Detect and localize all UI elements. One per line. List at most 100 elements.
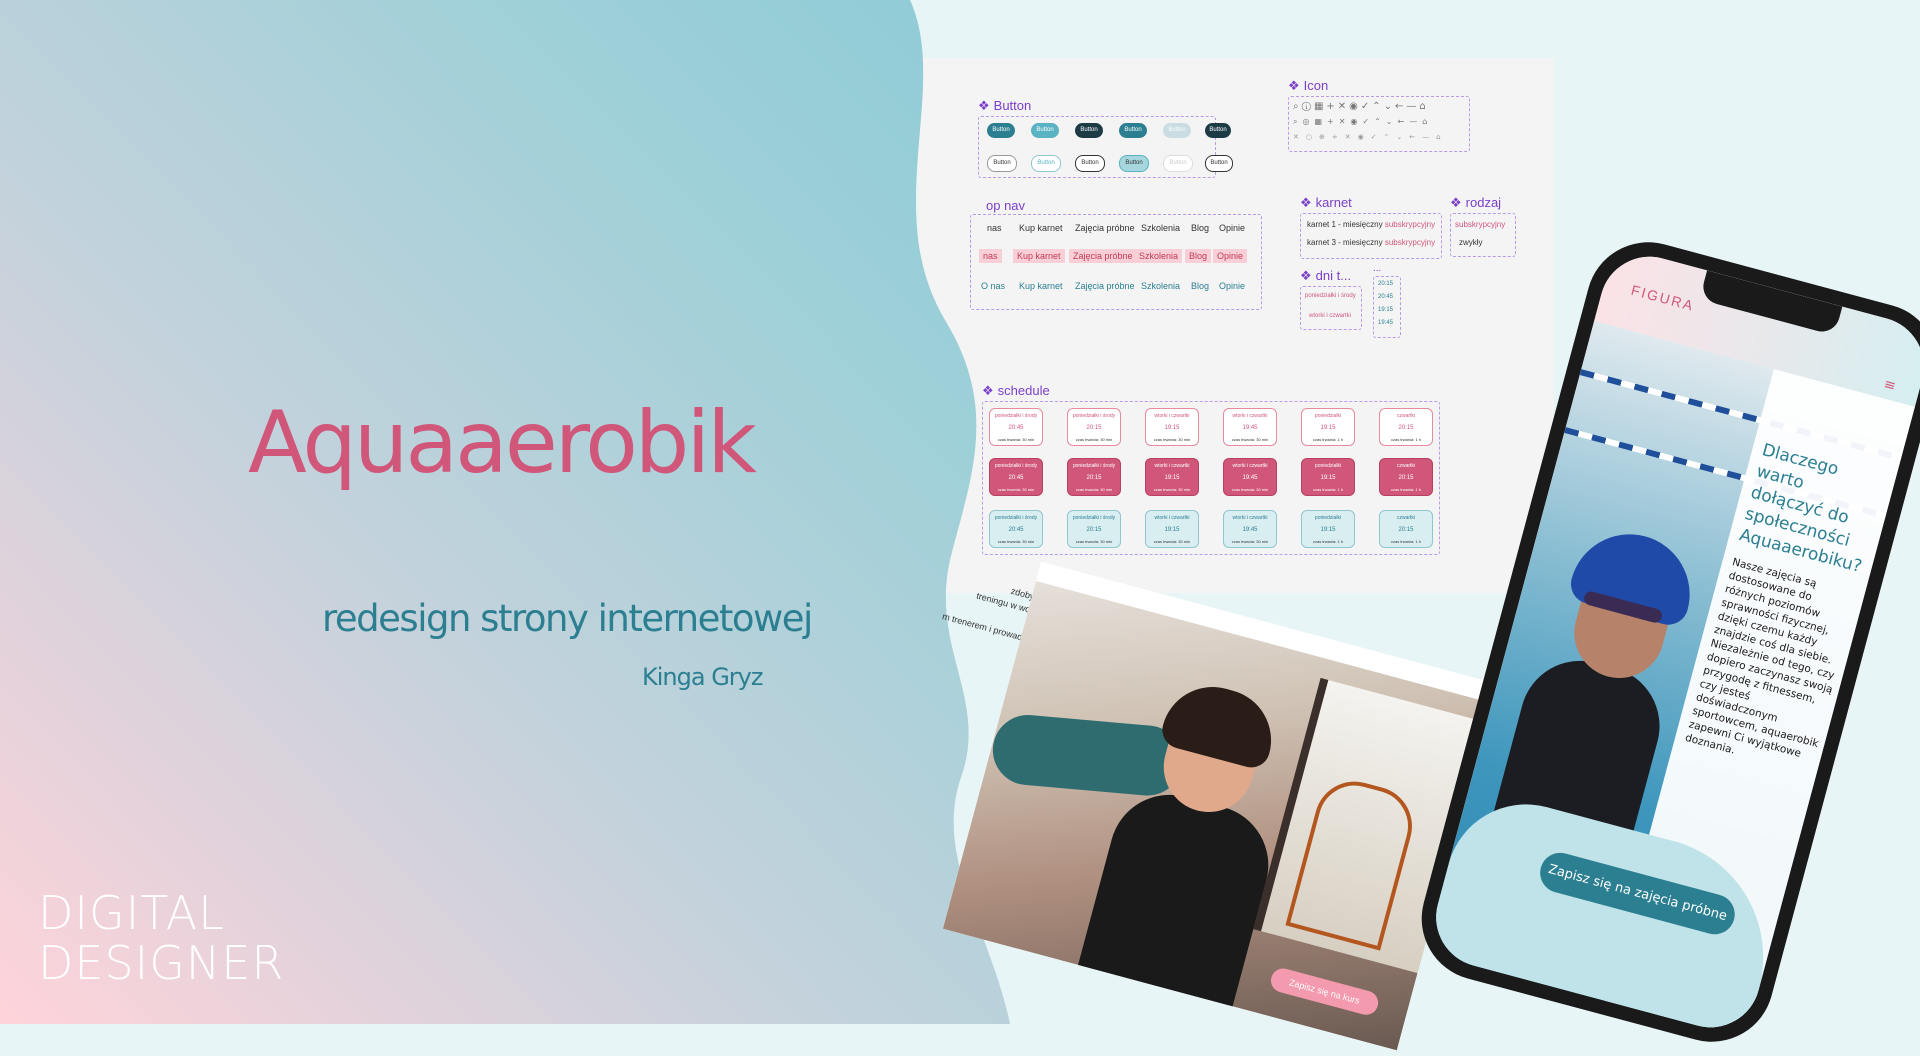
schedule-card-active[interactable]: poniedziałki i środy 20:45 czas trwania: 3… <box>989 458 1043 496</box>
schedule-time: 19:15 <box>1320 527 1336 533</box>
button-sample[interactable]: Button <box>1119 123 1147 138</box>
nav-item[interactable]: Kup karnet <box>1015 221 1067 235</box>
nav-item-hover[interactable]: Opinie <box>1215 279 1249 293</box>
nav-item[interactable]: Zajęcia próbne <box>1071 221 1139 235</box>
nav-item-active[interactable]: nas <box>979 249 1002 263</box>
time-option[interactable]: 20:15 <box>1378 281 1393 287</box>
schedule-day: poniedziałki <box>1314 463 1342 469</box>
schedule-length: czas trwania: 30 min <box>1075 487 1113 492</box>
time-option[interactable]: 20:45 <box>1378 294 1393 300</box>
nav-item-hover[interactable]: Zajęcia próbne <box>1071 279 1139 293</box>
button-sample[interactable]: Button <box>1163 155 1193 172</box>
button-sample[interactable]: Button <box>987 155 1017 172</box>
button-sample[interactable]: Button <box>1205 155 1233 172</box>
schedule-time: 19:45 <box>1242 475 1258 481</box>
nav-item-active[interactable]: Opinie <box>1213 249 1248 263</box>
schedule-day: poniedziałki i środy <box>1072 515 1116 521</box>
nav-item[interactable]: Szkolenia <box>1137 221 1184 235</box>
schedule-time: 20:15 <box>1086 475 1102 481</box>
karnet-option-prefix: karnet 3 - miesięczny <box>1307 238 1383 247</box>
schedule-card-active[interactable]: poniedziałki 19:15 czas trwania: 1 h <box>1301 458 1355 496</box>
schedule-day: poniedziałki <box>1314 515 1342 521</box>
digital-designer-logo-overlay: DIGITAL DESIGNER <box>38 888 298 988</box>
schedule-length: czas trwania: 1 h <box>1312 487 1343 492</box>
nav-item-hover[interactable]: O nas <box>977 279 1009 293</box>
time-option[interactable]: 19:15 <box>1378 307 1393 313</box>
nav-item-active[interactable]: Kup karnet <box>1013 249 1065 263</box>
nav-item-hover[interactable]: Blog <box>1187 279 1213 293</box>
nav-item[interactable]: Blog <box>1187 221 1213 235</box>
button-sample[interactable]: Button <box>1031 155 1061 172</box>
button-sample[interactable]: Button <box>1119 155 1149 172</box>
schedule-time: 19:45 <box>1242 425 1258 431</box>
nav-item-active[interactable]: Blog <box>1185 249 1212 263</box>
logo-line-2: DESIGNER <box>38 936 285 990</box>
schedule-day: wtorki i czwartki <box>1154 463 1190 469</box>
dni-option[interactable]: poniedziałki i środy <box>1305 293 1356 299</box>
design-system-board: ❖ Button Button Button Button Button Butt… <box>918 58 1554 593</box>
karnet-option[interactable]: karnet 1 - miesięczny subskrypcyjny <box>1307 220 1435 229</box>
schedule-card[interactable]: czwartki 20:15 czas trwania: 1 h <box>1379 408 1433 446</box>
schedule-length: czas trwania: 1 h <box>1390 487 1421 492</box>
button-sample[interactable]: Button <box>1075 155 1105 172</box>
button-sample[interactable]: Button <box>1075 123 1103 138</box>
button-sample[interactable]: Button <box>1031 123 1059 138</box>
button-sample[interactable]: Button <box>1205 123 1231 138</box>
nav-item-hover[interactable]: Kup karnet <box>1015 279 1067 293</box>
schedule-day: wtorki i czwartki <box>1154 413 1190 419</box>
schedule-time: 19:15 <box>1164 527 1180 533</box>
schedule-length: czas trwania: 30 min <box>1153 437 1191 442</box>
schedule-card[interactable]: poniedziałki 19:15 czas trwania: 1 h <box>1301 408 1355 446</box>
schedule-card-hover[interactable]: wtorki i czwartki 19:15 czas trwania: 30 m… <box>1145 510 1199 548</box>
nav-item-active[interactable]: Zajęcia próbne <box>1069 249 1137 263</box>
nav-item-active[interactable]: Szkolenia <box>1135 249 1183 263</box>
schedule-card-hover[interactable]: wtorki i czwartki 19:45 czas trwania: 30 m… <box>1223 510 1277 548</box>
icon-row-icon: ⌕◎▦+✕◉✓⌃⌄←—⌂ <box>1293 117 1433 126</box>
button-sample[interactable]: Button <box>1163 123 1191 138</box>
schedule-card-active[interactable]: czwartki 20:15 czas trwania: 1 h <box>1379 458 1433 496</box>
schedule-time: 19:15 <box>1164 425 1180 431</box>
component-icon: ❖ <box>1450 195 1462 210</box>
logo-line-1: DIGITAL <box>38 886 225 940</box>
schedule-day: poniedziałki i środy <box>994 463 1038 469</box>
schedule-card-hover[interactable]: czwartki 20:15 czas trwania: 1 h <box>1379 510 1433 548</box>
dni-component-label: ❖ dni t... <box>1300 268 1351 284</box>
schedule-card[interactable]: poniedziałki i środy 20:45 czas trwania: 3… <box>989 408 1043 446</box>
time-option[interactable]: 19:45 <box>1378 320 1393 326</box>
schedule-length: czas trwania: 30 min <box>1153 487 1191 492</box>
schedule-time: 20:15 <box>1086 425 1102 431</box>
nav-item-hover[interactable]: Szkolenia <box>1137 279 1184 293</box>
component-icon: ❖ <box>978 98 990 113</box>
schedule-time: 19:45 <box>1242 527 1258 533</box>
karnet-option[interactable]: karnet 3 - miesięczny subskrypcyjny <box>1307 238 1435 247</box>
schedule-card[interactable]: wtorki i czwartki 19:45 czas trwania: 30 m… <box>1223 408 1277 446</box>
button-component-box: Button Button Button Button Button Butto… <box>978 116 1233 178</box>
schedule-card[interactable]: poniedziałki i środy 20:15 czas trwania: 3… <box>1067 408 1121 446</box>
karnet-component-box: karnet 1 - miesięczny subskrypcyjny karn… <box>1300 213 1442 259</box>
dni-option[interactable]: wtorki i czwartki <box>1309 313 1351 319</box>
schedule-length: czas trwania: 30 min <box>1231 539 1269 544</box>
schedule-day: wtorki i czwartki <box>1232 413 1268 419</box>
nav-item[interactable]: nas <box>983 221 1006 235</box>
schedule-card-hover[interactable]: poniedziałki i środy 20:15 czas trwania: 3… <box>1067 510 1121 548</box>
schedule-card-active[interactable]: poniedziałki i środy 20:15 czas trwania: 3… <box>1067 458 1121 496</box>
schedule-length: czas trwania: 30 min <box>1075 539 1113 544</box>
icon-row-icon: ✕○⊕+✕◉✓⌃⌄←—⌂ <box>1293 133 1448 141</box>
hero-subtitle-overlay: redesign strony internetowej <box>322 597 813 640</box>
schedule-card[interactable]: wtorki i czwartki 19:15 czas trwania: 30 m… <box>1145 408 1199 446</box>
nav-item[interactable]: Opinie <box>1215 221 1249 235</box>
schedule-day: czwartki <box>1396 463 1416 469</box>
rodzaj-label-text: rodzaj <box>1465 195 1502 210</box>
schedule-card-hover[interactable]: poniedziałki 19:15 czas trwania: 1 h <box>1301 510 1355 548</box>
schedule-day: czwartki <box>1396 413 1416 419</box>
schedule-length: czas trwania: 1 h <box>1312 539 1343 544</box>
schedule-day: poniedziałki i środy <box>994 515 1038 521</box>
schedule-card-active[interactable]: wtorki i czwartki 19:15 czas trwania: 30 m… <box>1145 458 1199 496</box>
rodzaj-option[interactable]: zwykły <box>1459 238 1483 247</box>
schedule-day: wtorki i czwartki <box>1154 515 1190 521</box>
schedule-length: czas trwania: 1 h <box>1390 437 1421 442</box>
schedule-card-hover[interactable]: poniedziałki i środy 20:45 czas trwania: 3… <box>989 510 1043 548</box>
rodzaj-option[interactable]: subskrypcyjny <box>1455 220 1505 229</box>
button-sample[interactable]: Button <box>987 123 1015 138</box>
schedule-card-active[interactable]: wtorki i czwartki 19:45 czas trwania: 30 m… <box>1223 458 1277 496</box>
